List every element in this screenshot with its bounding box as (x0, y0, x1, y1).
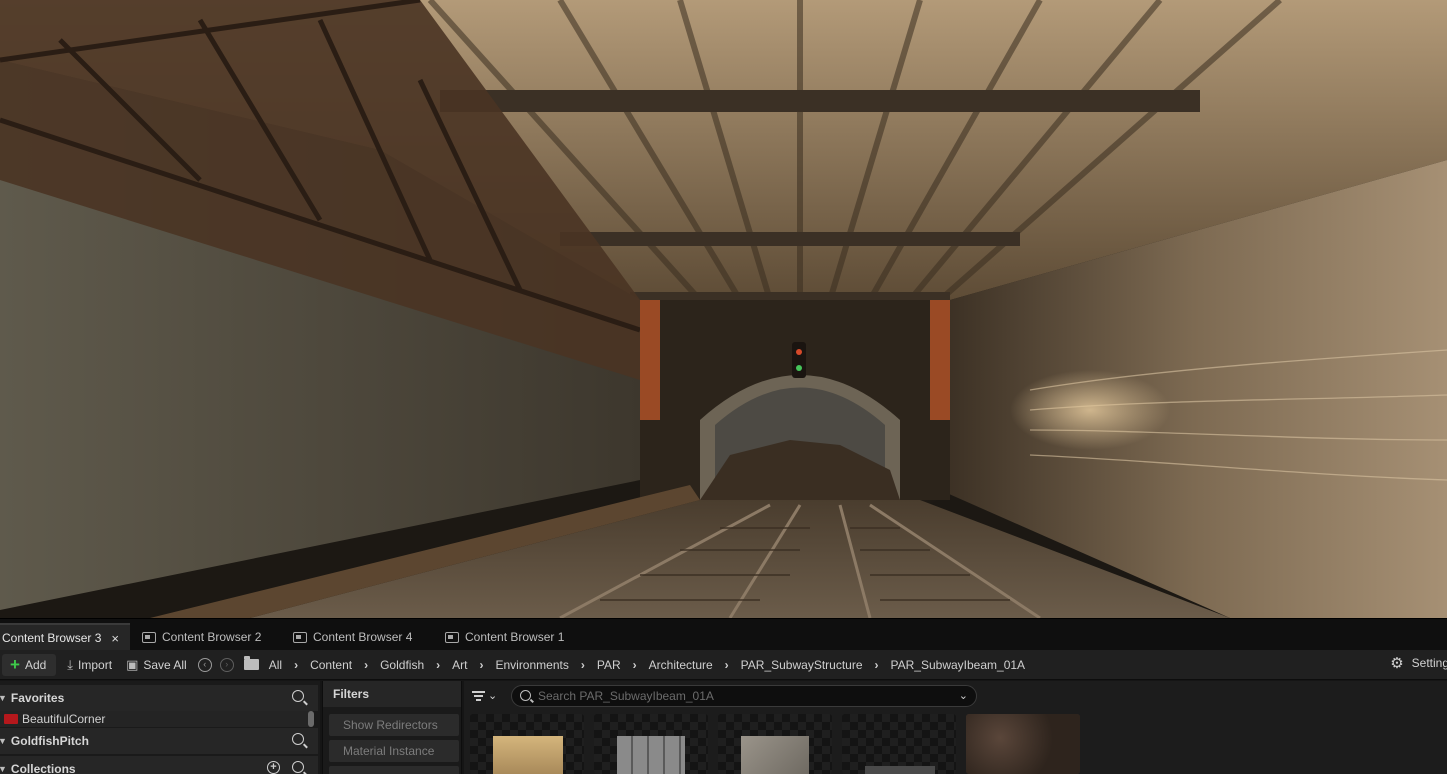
add-button[interactable]: + Add (2, 653, 57, 676)
add-collection-icon[interactable]: + (267, 761, 280, 774)
search-icon[interactable] (292, 733, 304, 745)
chevron-right-icon[interactable]: › (286, 658, 306, 672)
project-label: GoldfishPitch (10, 734, 89, 748)
forward-history-icon[interactable]: › (219, 657, 234, 672)
caret-down-icon[interactable]: ▼ (0, 764, 7, 774)
breadcrumb: All › Content › Goldfish › Art › Environ… (265, 658, 1029, 672)
asset-thumbnail (966, 714, 1080, 774)
filter-dropdown-button[interactable]: ⌄ (472, 689, 497, 702)
tab-label: Content Browser 1 (465, 630, 565, 644)
search-icon[interactable] (292, 690, 304, 702)
chevron-down-icon: ⌄ (488, 690, 498, 702)
collections-label: Collections (10, 762, 76, 774)
save-all-button[interactable]: ▣ Save All (119, 654, 194, 676)
breadcrumb-item[interactable]: PAR (593, 658, 625, 672)
import-label: Import (78, 657, 113, 672)
filter-chip-label: Material Instance (343, 744, 435, 758)
chevron-right-icon[interactable]: › (573, 658, 593, 672)
breadcrumb-item[interactable]: Architecture (645, 658, 717, 672)
save-icon: ▣ (126, 657, 139, 672)
save-all-label: Save All (143, 657, 187, 672)
breadcrumb-item[interactable]: PAR_SubwayIbeam_01A (887, 658, 1030, 672)
search-input[interactable]: Search PAR_SubwayIbeam_01A ⌄ (511, 685, 977, 707)
chevron-right-icon[interactable]: › (867, 658, 887, 672)
tab-label: Content Browser 4 (313, 630, 413, 644)
asset-thumbnail (493, 736, 563, 774)
folder-icon[interactable] (243, 656, 259, 670)
caret-down-icon[interactable]: ▼ (0, 736, 7, 746)
filters-header: Filters (323, 681, 461, 707)
tab-content-browser-1[interactable]: Content Browser 1 (437, 623, 572, 651)
chevron-right-icon[interactable]: › (625, 658, 645, 672)
breadcrumb-item[interactable]: All (265, 658, 286, 672)
scrollbar-thumb[interactable] (308, 711, 314, 727)
level-viewport[interactable] (0, 0, 1447, 618)
subway-tunnel-scene (0, 0, 1447, 618)
settings-button[interactable]: ⚙ Settings (1390, 654, 1447, 672)
filter-chip[interactable] (329, 766, 459, 774)
close-icon[interactable]: × (111, 631, 119, 646)
chevron-down-icon[interactable]: ⌄ (959, 689, 968, 702)
settings-label: Settings (1411, 656, 1447, 670)
asset-view: ⌄ Search PAR_SubwayIbeam_01A ⌄ (464, 681, 1447, 774)
search-placeholder: Search PAR_SubwayIbeam_01A (538, 689, 714, 703)
breadcrumb-item[interactable]: Goldfish (376, 658, 428, 672)
breadcrumb-item[interactable]: Art (448, 658, 471, 672)
favorite-item-label: BeautifulCorner (22, 712, 106, 726)
filters-panel: Filters Show Redirectors Material Instan… (322, 681, 462, 774)
tab-content-browser-3[interactable]: Content Browser 3 × (0, 623, 130, 651)
breadcrumb-item[interactable]: Content (306, 658, 356, 672)
breadcrumb-item[interactable]: PAR_SubwayStructure (737, 658, 867, 672)
filter-chip-show-redirectors[interactable]: Show Redirectors (329, 714, 459, 736)
sources-panel: ▼ Favorites BeautifulCorner ▼ GoldfishPi… (0, 681, 320, 774)
search-icon[interactable] (292, 761, 304, 773)
folder-icon (4, 714, 18, 724)
asset-tile[interactable] (842, 714, 956, 774)
tab-label: Content Browser 3 (2, 631, 102, 645)
asset-thumbnail (865, 766, 935, 774)
chevron-right-icon[interactable]: › (356, 658, 376, 672)
asset-tile[interactable] (594, 714, 708, 774)
collections-section-header[interactable]: ▼ Collections + (0, 756, 318, 774)
content-browser-toolbar: + Add ⤓ Import ▣ Save All ‹ › All › Cont… (0, 650, 1447, 680)
back-history-icon[interactable]: ‹ (197, 657, 212, 672)
tab-content-browser-2[interactable]: Content Browser 2 (134, 623, 269, 651)
chevron-right-icon[interactable]: › (717, 658, 737, 672)
content-browser-tab-bar: Content Browser 3 × Content Browser 2 Co… (0, 618, 1447, 651)
asset-tile[interactable] (966, 714, 1080, 774)
filter-icon (472, 690, 485, 701)
caret-down-icon[interactable]: ▼ (0, 693, 7, 703)
search-icon (520, 690, 531, 701)
filter-chip-label: Show Redirectors (343, 718, 438, 732)
filters-title: Filters (333, 687, 370, 701)
chevron-right-icon[interactable]: › (428, 658, 448, 672)
asset-tile[interactable] (718, 714, 832, 774)
asset-tile[interactable] (470, 714, 584, 774)
plus-icon: + (10, 655, 20, 674)
tab-label: Content Browser 2 (162, 630, 262, 644)
asset-thumbnail (617, 736, 685, 774)
chevron-right-icon[interactable]: › (471, 658, 491, 672)
breadcrumb-item[interactable]: Environments (491, 658, 572, 672)
content-browser-icon (142, 631, 156, 643)
favorites-section-header[interactable]: ▼ Favorites (0, 685, 318, 711)
import-button[interactable]: ⤓ Import (60, 654, 119, 676)
gear-icon: ⚙ (1390, 655, 1404, 672)
favorites-label: Favorites (10, 691, 65, 705)
content-browser-icon (445, 631, 459, 643)
add-label: Add (24, 657, 47, 672)
content-browser-icon (293, 631, 307, 643)
favorite-item[interactable]: BeautifulCorner (0, 711, 310, 727)
project-section-header[interactable]: ▼ GoldfishPitch (0, 728, 318, 754)
asset-thumbnail (741, 736, 809, 774)
filter-chip-material-instance[interactable]: Material Instance (329, 740, 459, 762)
import-icon: ⤓ (67, 657, 74, 672)
tab-content-browser-4[interactable]: Content Browser 4 (285, 623, 420, 651)
